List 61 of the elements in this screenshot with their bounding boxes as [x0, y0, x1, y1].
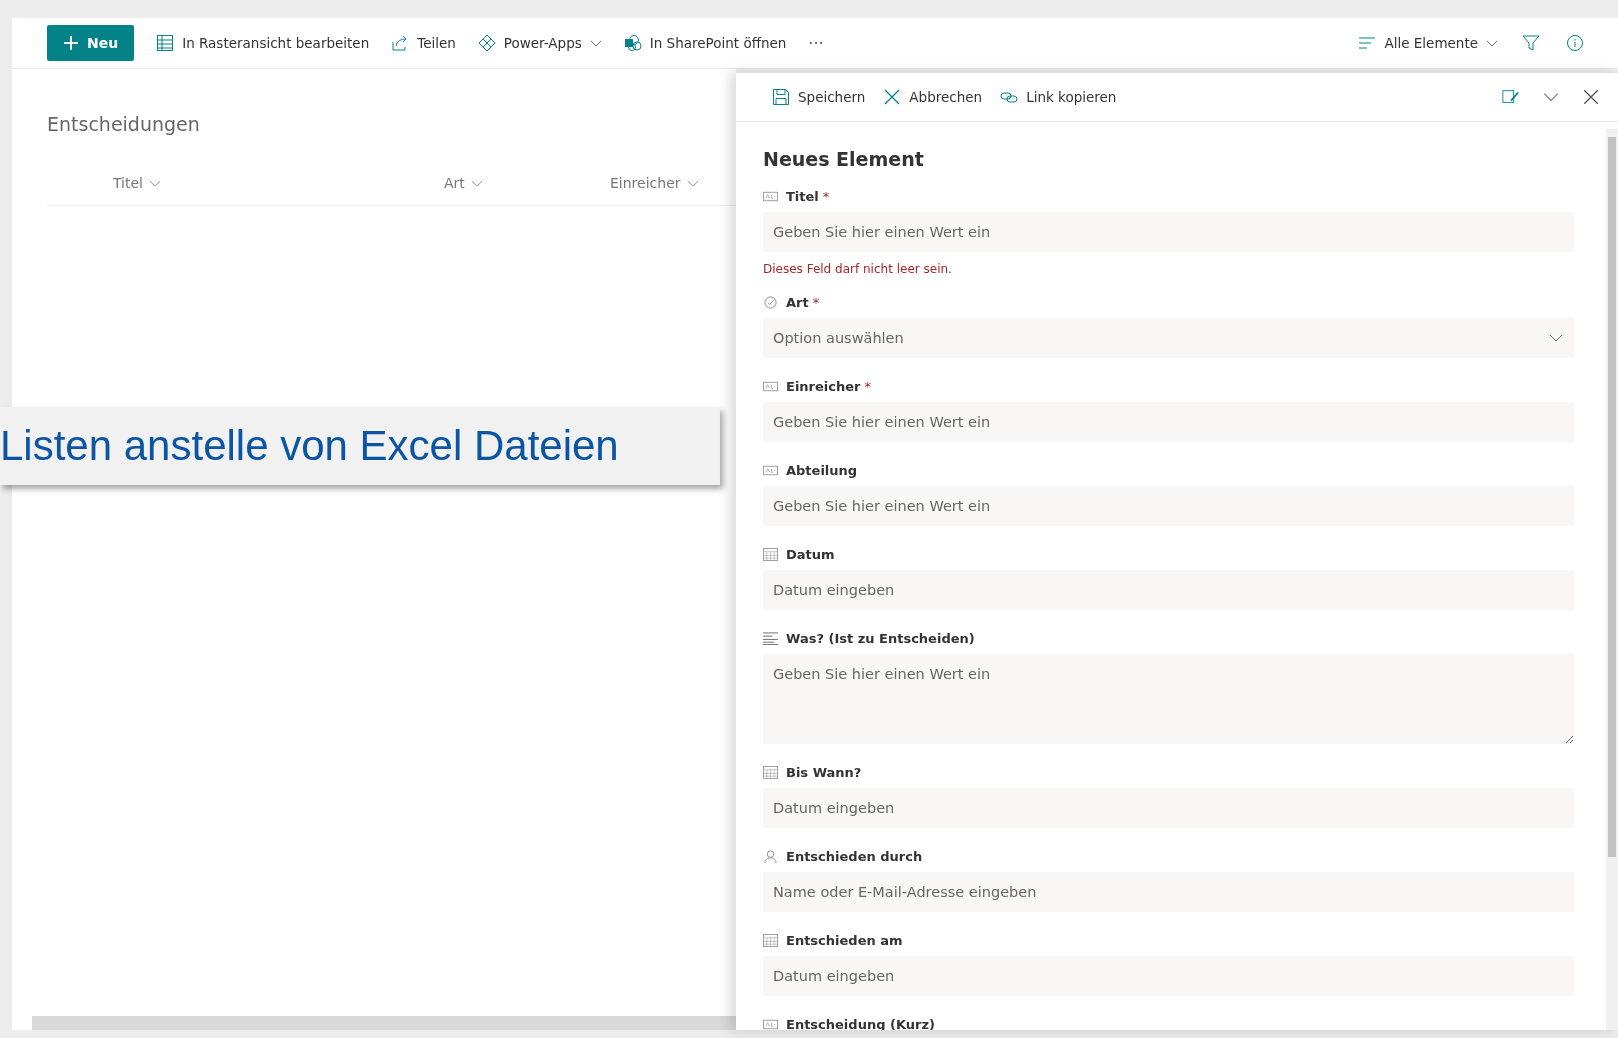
banner: Listen anstelle von Excel Dateien [0, 407, 720, 485]
required-mark: * [812, 294, 820, 310]
input-field[interactable]: Name oder E-Mail-Adresse eingeben [763, 872, 1574, 912]
field-label: Titel [786, 188, 819, 204]
save-icon [772, 88, 790, 106]
check-circle-icon [763, 295, 778, 309]
panel-action-button[interactable]: Link kopieren [992, 88, 1125, 106]
required-mark: * [864, 378, 871, 394]
text-field-icon [763, 1017, 778, 1030]
sharepoint-icon [623, 34, 642, 52]
list-title: Entscheidungen [47, 113, 201, 135]
more-button[interactable]: ··· [800, 33, 832, 53]
view-selector[interactable]: Alle Elemente [1350, 34, 1506, 52]
field-label: Entschieden durch [786, 848, 923, 864]
lines-icon [1358, 34, 1377, 52]
grid-icon [156, 34, 175, 52]
input-field[interactable]: Geben Sie hier einen Wert ein [763, 486, 1574, 526]
field-label: Was? (Ist zu Entscheiden) [786, 630, 975, 646]
input-field[interactable]: Datum eingeben [763, 956, 1574, 996]
field-label: Datum [786, 546, 835, 562]
edit-form-icon[interactable] [1502, 88, 1520, 106]
calendar-icon [763, 547, 778, 561]
close-icon [883, 88, 902, 106]
form-title: Neues Element [763, 148, 925, 170]
input-field[interactable]: Datum eingeben [763, 788, 1574, 828]
dropdown-field[interactable]: Option auswählen [763, 318, 1574, 358]
toolbar-button[interactable]: Power-Apps [469, 34, 610, 52]
field-label: Abteilung [786, 462, 858, 478]
info-icon[interactable] [1566, 34, 1584, 52]
close-icon[interactable] [1582, 88, 1600, 106]
field-label: Einreicher [786, 378, 861, 394]
text-field-icon [763, 189, 778, 203]
filter-icon[interactable] [1522, 34, 1540, 52]
calendar-icon [763, 933, 778, 947]
person-icon [763, 849, 778, 863]
panel-action-button[interactable]: Speichern [764, 88, 874, 106]
field-label: Bis Wann? [786, 764, 862, 780]
plus-icon [63, 35, 79, 51]
text-field-icon [763, 463, 778, 477]
text-lines-icon [763, 631, 778, 645]
diamond-icon [477, 34, 496, 52]
field-label: Art [786, 294, 809, 310]
new-button[interactable]: Neu [47, 25, 135, 61]
field-label: Entschieden am [786, 932, 903, 948]
horizontal-scrollbar[interactable] [32, 1016, 736, 1030]
toolbar-button[interactable]: In SharePoint öffnen [615, 34, 795, 52]
text-area[interactable]: Geben Sie hier einen Wert ein [763, 654, 1574, 744]
column-header[interactable]: Art [444, 175, 610, 191]
calendar-icon [763, 765, 778, 779]
toolbar-button[interactable]: In Rasteransicht bearbeiten [148, 34, 378, 52]
input-field[interactable]: Geben Sie hier einen Wert ein [763, 212, 1574, 252]
input-field[interactable]: Datum eingeben [763, 570, 1574, 610]
error-message: Dieses Feld darf nicht leer sein. [763, 262, 953, 276]
text-field-icon [763, 379, 778, 393]
toolbar-button[interactable]: Teilen [383, 34, 464, 52]
vertical-scrollbar[interactable] [1606, 129, 1618, 1030]
input-field[interactable]: Geben Sie hier einen Wert ein [763, 402, 1574, 442]
column-header[interactable]: Einreicher [610, 175, 699, 191]
required-mark: * [822, 188, 830, 204]
column-header[interactable]: Titel [113, 175, 444, 191]
panel-action-button[interactable]: Abbrechen [875, 88, 991, 106]
